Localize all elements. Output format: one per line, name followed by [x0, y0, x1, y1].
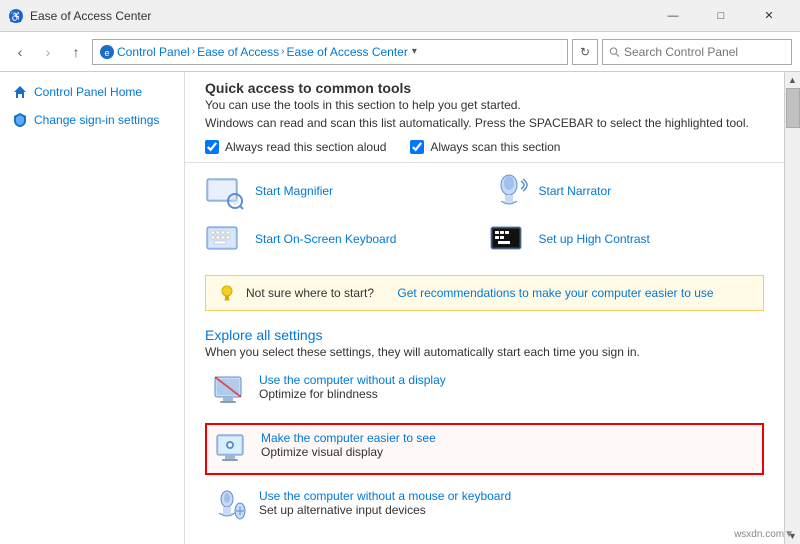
setting-easier-to-see-desc: Optimize visual display — [261, 445, 383, 459]
setting-mouse-easier[interactable]: Make the mouse easier to use Adjust sett… — [205, 539, 764, 544]
easier-to-see-icon — [215, 431, 251, 467]
quick-tools-header: Quick access to common tools You can use… — [185, 72, 784, 163]
svg-text:♿: ♿ — [10, 10, 22, 23]
maximize-button[interactable]: □ — [698, 0, 744, 32]
no-display-icon — [213, 373, 249, 409]
window-controls: — □ ✕ — [650, 0, 792, 32]
tool-narrator[interactable]: Start Narrator — [489, 171, 765, 211]
setting-no-mouse-desc: Set up alternative input devices — [259, 503, 426, 517]
keyboard-icon — [205, 219, 245, 259]
explore-section: Explore all settings When you select the… — [185, 319, 784, 544]
setting-no-display[interactable]: Use the computer without a display Optim… — [205, 367, 764, 415]
scroll-up-button[interactable]: ▲ — [785, 72, 800, 88]
scroll-down-button[interactable]: ▼ — [785, 528, 800, 544]
content-area: Quick access to common tools You can use… — [185, 72, 784, 544]
magnifier-label[interactable]: Start Magnifier — [255, 184, 333, 198]
setting-easier-to-see[interactable]: Make the computer easier to see Optimize… — [205, 423, 764, 475]
sidebar-item-change-signin[interactable]: Change sign-in settings — [0, 108, 184, 132]
shield-icon — [12, 112, 28, 128]
setting-easier-to-see-text: Make the computer easier to see Optimize… — [261, 431, 436, 459]
setting-no-mouse-text: Use the computer without a mouse or keyb… — [259, 489, 511, 517]
home-icon — [12, 84, 28, 100]
up-button[interactable]: ↑ — [64, 40, 88, 64]
address-bar: ‹ › ↑ e Control Panel › Ease of Access ›… — [0, 32, 800, 72]
quick-tools-desc2: Windows can read and scan this list auto… — [205, 114, 764, 132]
checkbox-scan[interactable]: Always scan this section — [410, 140, 560, 154]
setting-easier-to-see-link[interactable]: Make the computer easier to see — [261, 431, 436, 445]
refresh-button[interactable]: ↻ — [572, 39, 598, 65]
breadcrumb-ease-of-access-center[interactable]: Ease of Access Center — [286, 45, 407, 59]
no-mouse-icon — [213, 489, 249, 525]
quick-tools-desc1: You can use the tools in this section to… — [205, 96, 764, 114]
scrollbar[interactable]: ▲ ▼ — [784, 72, 800, 544]
search-box[interactable] — [602, 39, 792, 65]
tool-high-contrast[interactable]: Set up High Contrast — [489, 219, 765, 259]
forward-button[interactable]: › — [36, 40, 60, 64]
explore-desc: When you select these settings, they wil… — [205, 345, 764, 359]
tools-grid: Start Magnifier Start Narrator — [185, 163, 784, 271]
quick-tools-title: Quick access to common tools — [205, 80, 764, 96]
sidebar-label-control-panel-home: Control Panel Home — [34, 85, 142, 99]
hint-bar: Not sure where to start? Get recommendat… — [205, 275, 764, 311]
narrator-label[interactable]: Start Narrator — [539, 184, 612, 198]
window-title: Ease of Access Center — [30, 9, 650, 23]
magnifier-icon — [205, 171, 245, 211]
breadcrumb-ease-of-access[interactable]: Ease of Access — [197, 45, 279, 59]
minimize-button[interactable]: — — [650, 0, 696, 32]
title-bar: ♿ Ease of Access Center — □ ✕ — [0, 0, 800, 32]
tool-keyboard[interactable]: Start On-Screen Keyboard — [205, 219, 481, 259]
narrator-icon — [489, 171, 529, 211]
sidebar-label-change-signin: Change sign-in settings — [34, 113, 159, 127]
back-button[interactable]: ‹ — [8, 40, 32, 64]
high-contrast-icon — [489, 219, 529, 259]
tool-magnifier[interactable]: Start Magnifier — [205, 171, 481, 211]
app-icon: ♿ — [8, 8, 24, 24]
setting-no-display-desc: Optimize for blindness — [259, 387, 378, 401]
setting-no-mouse-link[interactable]: Use the computer without a mouse or keyb… — [259, 489, 511, 503]
address-breadcrumb[interactable]: e Control Panel › Ease of Access › Ease … — [92, 39, 568, 65]
hint-bulb-icon — [218, 284, 236, 302]
explore-title: Explore all settings — [205, 327, 764, 343]
high-contrast-label[interactable]: Set up High Contrast — [539, 232, 650, 246]
svg-text:e: e — [104, 48, 109, 58]
main-layout: Control Panel Home Change sign-in settin… — [0, 72, 800, 544]
scroll-track[interactable] — [786, 88, 800, 528]
setting-no-mouse[interactable]: Use the computer without a mouse or keyb… — [205, 483, 764, 531]
hint-link[interactable]: Get recommendations to make your compute… — [397, 286, 713, 300]
search-input[interactable] — [624, 45, 785, 59]
checkbox-read-aloud[interactable]: Always read this section aloud — [205, 140, 386, 154]
checkbox-scan-input[interactable] — [410, 140, 424, 154]
search-icon — [609, 46, 620, 58]
sidebar: Control Panel Home Change sign-in settin… — [0, 72, 185, 544]
close-button[interactable]: ✕ — [746, 0, 792, 32]
hint-text: Not sure where to start? — [246, 286, 374, 300]
scroll-thumb[interactable] — [786, 88, 800, 128]
setting-no-display-text: Use the computer without a display Optim… — [259, 373, 446, 401]
sidebar-item-control-panel-home[interactable]: Control Panel Home — [0, 80, 184, 104]
breadcrumb-control-panel[interactable]: Control Panel — [117, 45, 190, 59]
checkbox-read-aloud-label: Always read this section aloud — [225, 140, 386, 154]
keyboard-label[interactable]: Start On-Screen Keyboard — [255, 232, 396, 246]
checkbox-read-aloud-input[interactable] — [205, 140, 219, 154]
checkbox-scan-label: Always scan this section — [430, 140, 560, 154]
setting-no-display-link[interactable]: Use the computer without a display — [259, 373, 446, 387]
